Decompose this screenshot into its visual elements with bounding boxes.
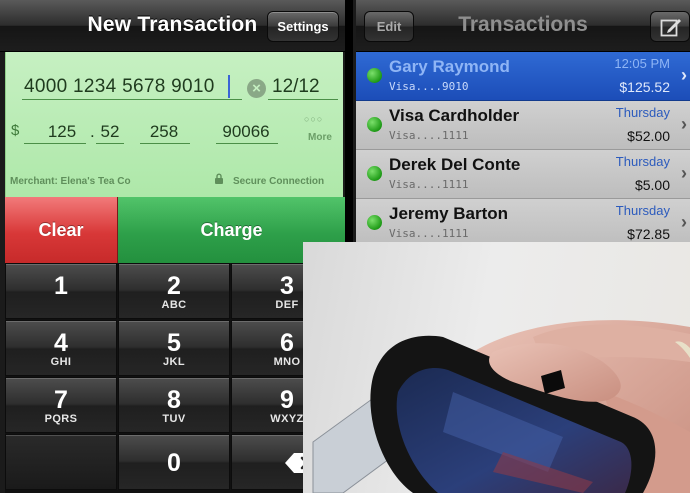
more-button[interactable]: More [308,132,332,143]
zip-field[interactable]: 90066 [218,122,274,142]
key-letters: GHI [50,356,72,368]
card-mask: Visa....1111 [389,129,469,142]
card-swipe-photo [303,242,690,493]
expiry-underline [268,99,338,100]
currency-symbol: $ [11,122,20,139]
payment-form: 4000 1234 5678 9010 × 12/12 $ 125 . 52 2… [5,52,343,197]
zip-underline [216,143,278,144]
transaction-row[interactable]: Gary Raymond Visa....9010 12:05 PM $125.… [356,52,690,101]
text-cursor [228,75,230,98]
chevron-right-icon: › [681,65,687,85]
key-digit: 2 [167,272,181,300]
key-4[interactable]: 4 GHI [5,320,117,376]
transaction-row[interactable]: Derek Del Conte Visa....1111 Thursday $5… [356,150,690,199]
key-7[interactable]: 7 PQRS [5,377,117,433]
transaction-amount: $72.85 [627,226,670,242]
transaction-time: Thursday [615,203,670,218]
card-number-underline [22,99,242,100]
key-digit: 8 [167,386,181,414]
customer-name: Derek Del Conte [389,155,521,174]
expiry-field[interactable]: 12/12 [272,76,320,98]
status-dot-icon [367,166,382,181]
transaction-row[interactable]: Jeremy Barton Visa....1111 Thursday $72.… [356,199,690,248]
key-letters: PQRS [44,413,78,425]
secure-connection-label: Secure Connection [233,176,325,187]
key-digit: 0 [167,449,181,477]
chevron-right-icon: › [681,163,687,183]
key-letters: ABC [161,299,187,311]
transaction-time: 12:05 PM [614,56,670,71]
amount-dollars-underline [24,143,86,144]
chevron-right-icon: › [681,212,687,232]
edit-button[interactable]: Edit [364,11,414,42]
transaction-list: Gary Raymond Visa....9010 12:05 PM $125.… [356,52,690,248]
status-dot-icon [367,215,382,230]
key-digit: 4 [54,329,68,357]
decimal-point: . [90,122,95,141]
status-dot-icon [367,117,382,132]
settings-button[interactable]: Settings [267,11,339,42]
card-mask: Visa....1111 [389,227,469,240]
key-letters: JKL [163,356,185,368]
amount-cents-field[interactable]: 52 [96,122,124,142]
transaction-time: Thursday [615,154,670,169]
compose-button[interactable] [650,11,690,42]
key-letters: TUV [162,413,186,425]
customer-name: Visa Cardholder [389,106,520,125]
status-dot-icon [367,68,382,83]
cvv-field[interactable]: 258 [144,122,184,142]
key-8[interactable]: 8 TUV [118,377,230,433]
new-transaction-screen: New Transaction Settings 4000 1234 5678 … [0,0,345,493]
card-mask: Visa....9010 [389,80,469,93]
numeric-keypad: 1 2 ABC 3 DEF 4 GHI 5 JKL 6 MNO 7 PQRS 8… [5,263,345,493]
clear-button[interactable]: Clear [5,197,118,263]
key-digit: 1 [54,272,68,300]
chevron-right-icon: › [681,114,687,134]
key-1[interactable]: 1 [5,263,117,319]
card-mask: Visa....1111 [389,178,469,191]
key-digit: 7 [54,386,68,414]
key-5[interactable]: 5 JKL [118,320,230,376]
merchant-label: Merchant: Elena's Tea Co [10,176,131,187]
card-number-field[interactable]: 4000 1234 5678 9010 [24,76,215,98]
card-swipe-illustration [312,320,690,493]
amount-cents-underline [96,143,124,144]
key-0[interactable]: 0 [118,434,230,490]
key-digit: 5 [167,329,181,357]
clear-field-icon[interactable]: × [247,79,266,98]
key-blank [5,434,117,490]
navigation-bar: New Transaction Settings [0,0,345,52]
transaction-amount: $5.00 [634,177,670,193]
key-2[interactable]: 2 ABC [118,263,230,319]
customer-name: Jeremy Barton [389,204,509,223]
amount-dollars-field[interactable]: 125 [40,122,84,142]
transaction-amount: $125.52 [619,79,670,95]
lock-icon [215,173,223,184]
transaction-amount: $52.00 [627,128,670,144]
cvv-underline [140,143,190,144]
customer-name: Gary Raymond [389,57,510,76]
transaction-row[interactable]: Visa Cardholder Visa....1111 Thursday $5… [356,101,690,150]
compose-icon [660,19,681,37]
navigation-bar: Transactions Edit [356,0,690,52]
more-dots-icon[interactable]: ○○○ [304,114,323,124]
transaction-time: Thursday [615,105,670,120]
